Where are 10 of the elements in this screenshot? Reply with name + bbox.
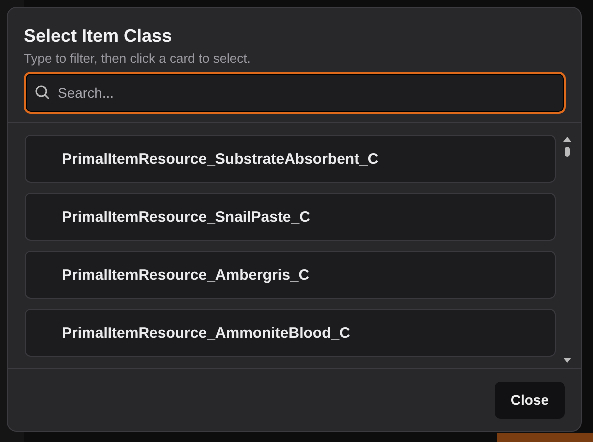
search-icon	[35, 85, 50, 100]
scrollbar[interactable]	[563, 135, 572, 365]
item-card[interactable]: PrimalItemResource_Ambergris_C	[25, 251, 556, 299]
item-card[interactable]: PrimalItemResource_AmmoniteBlood_C	[25, 309, 556, 357]
search-field[interactable]: Search...	[24, 72, 566, 114]
item-card[interactable]: PrimalItemResource_SnailPaste_C	[25, 193, 556, 241]
item-card[interactable]: PrimalItemResource_SubstrateAbsorbent_C	[25, 135, 556, 183]
dialog-title: Select Item Class	[24, 26, 172, 47]
close-button[interactable]: Close	[494, 382, 565, 418]
dialog-subtitle: Type to filter, then click a card to select.	[24, 51, 252, 66]
